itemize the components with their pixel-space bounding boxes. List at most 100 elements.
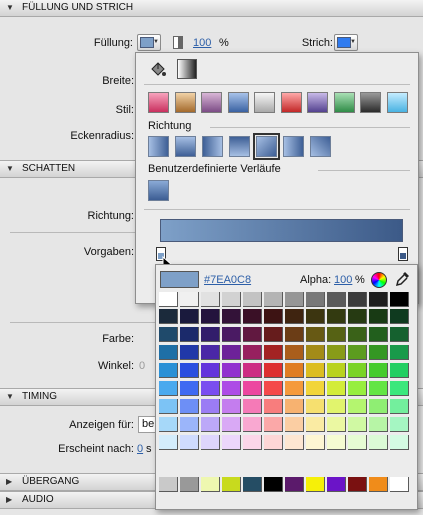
gradient-preset-swatch[interactable] xyxy=(148,92,169,113)
color-swatch[interactable] xyxy=(222,381,241,396)
gradient-stop-right[interactable] xyxy=(398,247,408,261)
color-swatch[interactable] xyxy=(369,381,388,396)
gradient-direction-button[interactable] xyxy=(310,136,331,157)
recent-color-swatch[interactable] xyxy=(264,477,283,492)
recent-color-swatch[interactable] xyxy=(201,477,220,492)
color-swatch[interactable] xyxy=(327,399,346,414)
color-swatch[interactable] xyxy=(201,435,220,450)
disclosure-triangle-icon[interactable]: ▼ xyxy=(6,0,14,16)
color-swatch[interactable] xyxy=(264,309,283,324)
color-swatch[interactable] xyxy=(180,417,199,432)
color-swatch[interactable] xyxy=(180,292,199,307)
gradient-preset-swatch[interactable] xyxy=(307,92,328,113)
color-swatch[interactable] xyxy=(306,435,325,450)
color-swatch[interactable] xyxy=(201,417,220,432)
color-swatch[interactable] xyxy=(201,381,220,396)
stroke-color-button[interactable]: ▼ xyxy=(334,34,358,51)
gradient-preset-swatch[interactable] xyxy=(280,92,302,113)
color-swatch[interactable] xyxy=(390,309,409,324)
color-swatch[interactable] xyxy=(180,399,199,414)
color-wheel-icon[interactable] xyxy=(371,272,387,288)
color-swatch[interactable] xyxy=(243,417,262,432)
color-swatch[interactable] xyxy=(264,292,283,307)
recent-color-swatch[interactable] xyxy=(222,477,241,492)
color-swatch[interactable] xyxy=(390,435,409,450)
opacity-value[interactable]: 100 xyxy=(193,37,211,49)
color-swatch[interactable] xyxy=(327,292,346,307)
color-swatch[interactable] xyxy=(180,363,199,378)
color-swatch[interactable] xyxy=(306,363,325,378)
color-swatch[interactable] xyxy=(285,381,304,396)
color-swatch[interactable] xyxy=(327,417,346,432)
color-swatch[interactable] xyxy=(327,381,346,396)
color-swatch[interactable] xyxy=(222,309,241,324)
color-swatch[interactable] xyxy=(243,327,262,342)
color-swatch[interactable] xyxy=(369,435,388,450)
recent-color-swatch[interactable] xyxy=(285,477,304,492)
color-swatch[interactable] xyxy=(285,327,304,342)
color-swatch[interactable] xyxy=(306,345,325,360)
gradient-direction-button[interactable] xyxy=(283,136,304,157)
color-swatch[interactable] xyxy=(348,381,367,396)
color-swatch[interactable] xyxy=(243,381,262,396)
gradient-direction-button[interactable] xyxy=(253,133,280,160)
recent-color-swatch[interactable] xyxy=(243,477,262,492)
color-swatch[interactable] xyxy=(348,327,367,342)
disclosure-triangle-icon[interactable]: ▼ xyxy=(6,161,14,177)
color-swatch[interactable] xyxy=(180,327,199,342)
gradient-preset-swatch[interactable] xyxy=(360,92,381,113)
color-swatch[interactable] xyxy=(159,309,178,324)
color-swatch[interactable] xyxy=(201,327,220,342)
color-swatch[interactable] xyxy=(285,363,304,378)
color-swatch[interactable] xyxy=(369,417,388,432)
disclosure-triangle-right-icon[interactable]: ▶ xyxy=(6,474,12,490)
color-swatch[interactable] xyxy=(222,417,241,432)
color-swatch[interactable] xyxy=(264,399,283,414)
gradient-preset-swatch[interactable] xyxy=(174,92,196,113)
color-swatch[interactable] xyxy=(243,309,262,324)
color-swatch[interactable] xyxy=(285,399,304,414)
color-swatch[interactable] xyxy=(222,435,241,450)
color-swatch[interactable] xyxy=(159,435,178,450)
color-swatch[interactable] xyxy=(348,435,367,450)
color-swatch[interactable] xyxy=(180,381,199,396)
color-swatch[interactable] xyxy=(264,363,283,378)
color-swatch[interactable] xyxy=(306,309,325,324)
color-swatch[interactable] xyxy=(285,435,304,450)
color-swatch[interactable] xyxy=(159,292,178,307)
color-swatch[interactable] xyxy=(306,417,325,432)
color-swatch[interactable] xyxy=(390,417,409,432)
gradient-bar[interactable] xyxy=(160,219,403,242)
color-swatch[interactable] xyxy=(243,399,262,414)
angle-value[interactable]: 0 xyxy=(139,360,145,372)
color-swatch[interactable] xyxy=(180,345,199,360)
color-swatch[interactable] xyxy=(348,292,367,307)
gradient-preset-swatch[interactable] xyxy=(386,92,408,113)
recent-color-swatch[interactable] xyxy=(390,477,409,492)
recent-color-swatch[interactable] xyxy=(159,477,178,492)
color-swatch[interactable] xyxy=(159,417,178,432)
gradient-preset-swatch[interactable] xyxy=(201,92,222,113)
color-swatch[interactable] xyxy=(348,399,367,414)
color-swatch[interactable] xyxy=(201,399,220,414)
disclosure-triangle-right-icon[interactable]: ▶ xyxy=(6,492,12,508)
gradient-preset-swatch[interactable] xyxy=(254,92,275,113)
color-swatch[interactable] xyxy=(243,292,262,307)
color-swatch[interactable] xyxy=(306,399,325,414)
color-swatch[interactable] xyxy=(369,309,388,324)
color-swatch[interactable] xyxy=(243,345,262,360)
recent-color-swatch[interactable] xyxy=(180,477,199,492)
gradient-direction-button[interactable] xyxy=(229,136,250,157)
color-swatch[interactable] xyxy=(285,292,304,307)
color-swatch[interactable] xyxy=(390,345,409,360)
color-swatch[interactable] xyxy=(264,345,283,360)
color-swatch[interactable] xyxy=(348,345,367,360)
color-swatch[interactable] xyxy=(201,292,220,307)
color-swatch[interactable] xyxy=(306,327,325,342)
gradient-preset-swatch[interactable] xyxy=(333,92,355,113)
color-swatch[interactable] xyxy=(159,399,178,414)
color-swatch[interactable] xyxy=(222,363,241,378)
color-swatch[interactable] xyxy=(369,292,388,307)
gradient-preset-swatch[interactable] xyxy=(227,92,249,113)
eyedropper-icon[interactable] xyxy=(395,270,411,291)
